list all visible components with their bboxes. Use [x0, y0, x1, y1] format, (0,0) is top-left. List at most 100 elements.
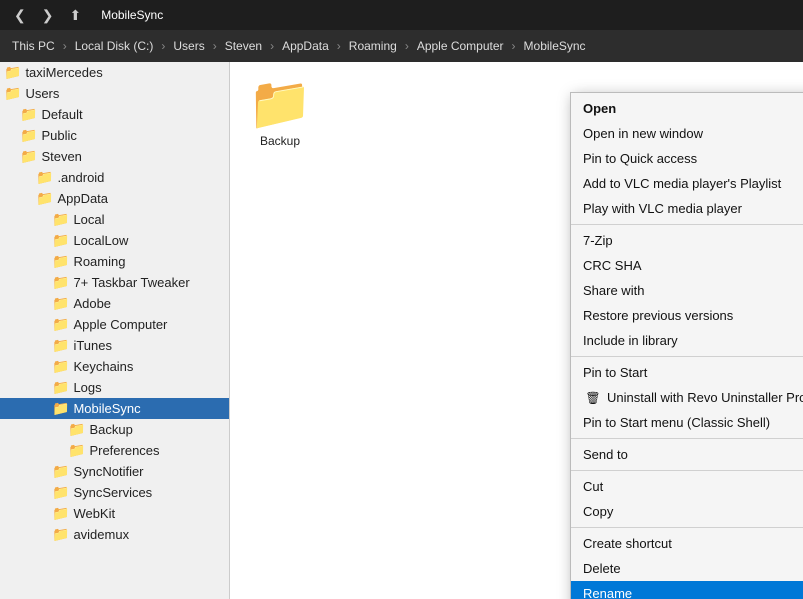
- tree-item-appdata[interactable]: 📁AppData: [0, 188, 229, 209]
- ctx-item-delete[interactable]: Delete: [571, 556, 803, 581]
- folder-icon: 📁: [52, 505, 69, 522]
- breadcrumb-separator: ›: [159, 39, 167, 53]
- breadcrumb-item-2[interactable]: Users: [167, 35, 210, 57]
- ctx-item-label: Copy: [583, 504, 613, 519]
- address-bar: This PC›Local Disk (C:)›Users›Steven›App…: [0, 30, 803, 62]
- ctx-divider: [571, 224, 803, 225]
- folder-icon: 📁: [52, 400, 69, 417]
- folder-icon: 📁: [52, 316, 69, 333]
- ctx-item-cut[interactable]: Cut: [571, 474, 803, 499]
- tree-item-public[interactable]: 📁 Public: [0, 125, 229, 146]
- breadcrumb-item-5[interactable]: Roaming: [343, 35, 403, 57]
- breadcrumb-item-0[interactable]: This PC: [6, 35, 61, 57]
- ctx-item-open-in-new-window[interactable]: Open in new window: [571, 121, 803, 146]
- ctx-item-create-shortcut[interactable]: Create shortcut: [571, 531, 803, 556]
- tree-item-label: Adobe: [73, 296, 111, 311]
- ctx-item-label: Restore previous versions: [583, 308, 733, 323]
- tree-item-label: SyncNotifier: [73, 464, 143, 479]
- breadcrumb-separator: ›: [510, 39, 518, 53]
- main-layout: 📁 taxiMercedes 📁 Users 📁 Default 📁 Public 📁Steve…: [0, 62, 803, 599]
- ctx-item-7-zip[interactable]: 7-Zip›: [571, 228, 803, 253]
- breadcrumb-item-1[interactable]: Local Disk (C:): [69, 35, 160, 57]
- tree-item-label: taxiMercedes: [25, 65, 102, 80]
- tree-item-preferences[interactable]: 📁Preferences: [0, 440, 229, 461]
- ctx-item-label: Cut: [583, 479, 603, 494]
- ctx-item-open[interactable]: Open: [571, 96, 803, 121]
- tree-item-logs[interactable]: 📁Logs: [0, 377, 229, 398]
- ctx-divider: [571, 470, 803, 471]
- folder-icon: 📁: [52, 484, 69, 501]
- breadcrumb-item-3[interactable]: Steven: [219, 35, 268, 57]
- ctx-item-label: Send to: [583, 447, 628, 462]
- ctx-item-label: Pin to Quick access: [583, 151, 697, 166]
- breadcrumb-separator: ›: [403, 39, 411, 53]
- tree-item-label: LocalLow: [73, 233, 128, 248]
- ctx-item-pin-to-start[interactable]: Pin to Start: [571, 360, 803, 385]
- folder-label: Backup: [260, 134, 300, 148]
- title-bar: ❮ ❯ ⬆ MobileSync: [0, 0, 803, 30]
- tree-item-keychains[interactable]: 📁Keychains: [0, 356, 229, 377]
- ctx-item-pin-to-quick-access[interactable]: Pin to Quick access: [571, 146, 803, 171]
- tree-item-avidemux[interactable]: 📁avidemux: [0, 524, 229, 545]
- tree-item-.android[interactable]: 📁 .android: [0, 167, 229, 188]
- ctx-item-copy[interactable]: Copy: [571, 499, 803, 524]
- tree-item-backup[interactable]: 📁Backup: [0, 419, 229, 440]
- folder-icon: 📁: [52, 463, 69, 480]
- back-button[interactable]: ❮: [8, 0, 32, 30]
- ctx-item-label: Open: [583, 101, 616, 116]
- folder-icon: 📁: [20, 106, 37, 123]
- ctx-item-restore-previous-versions[interactable]: Restore previous versions: [571, 303, 803, 328]
- tree-item-roaming[interactable]: 📁Roaming: [0, 251, 229, 272]
- breadcrumb-item-4[interactable]: AppData: [276, 35, 335, 57]
- tree-item-label: Public: [41, 128, 76, 143]
- folder-icon: 📁: [52, 295, 69, 312]
- ctx-item-send-to[interactable]: Send to›: [571, 442, 803, 467]
- breadcrumb-item-6[interactable]: Apple Computer: [411, 35, 510, 57]
- folder-icon: 📁: [52, 232, 69, 249]
- tree-item-label: Default: [41, 107, 82, 122]
- ctx-item-add-to-vlc-media-players-playlist[interactable]: Add to VLC media player's Playlist: [571, 171, 803, 196]
- tree-item-label: avidemux: [73, 527, 129, 542]
- context-menu: Open Open in new window Pin to Quick acces…: [570, 92, 803, 599]
- folder-icon: 📁: [52, 253, 69, 270]
- folder-item-backup[interactable]: 📁 Backup: [240, 72, 320, 154]
- breadcrumb-separator: ›: [335, 39, 343, 53]
- tree-item-label: Users: [25, 86, 59, 101]
- ctx-item-uninstall-with-revo-uninstaller-pro[interactable]: 🗑Uninstall with Revo Uninstaller Pro: [571, 385, 803, 410]
- tree-item-syncservices[interactable]: 📁SyncServices: [0, 482, 229, 503]
- ctx-item-crc-sha[interactable]: CRC SHA›: [571, 253, 803, 278]
- folder-icon: 📁: [52, 379, 69, 396]
- ctx-item-include-in-library[interactable]: Include in library›: [571, 328, 803, 353]
- tree-item-syncnotifier[interactable]: 📁 SyncNotifier: [0, 461, 229, 482]
- ctx-item-rename[interactable]: Rename: [571, 581, 803, 599]
- tree-item-webkit[interactable]: 📁WebKit: [0, 503, 229, 524]
- tree-item-locallow[interactable]: 📁 LocalLow: [0, 230, 229, 251]
- ctx-item-play-with-vlc-media-player[interactable]: Play with VLC media player: [571, 196, 803, 221]
- breadcrumb-separator: ›: [61, 39, 69, 53]
- ctx-item-label: Delete: [583, 561, 621, 576]
- tree-item-adobe[interactable]: 📁 Adobe: [0, 293, 229, 314]
- tree-item-mobilesync[interactable]: 📁MobileSync: [0, 398, 229, 419]
- tree-item-local[interactable]: 📁Local: [0, 209, 229, 230]
- up-button[interactable]: ⬆: [63, 0, 87, 30]
- tree-item-label: .android: [57, 170, 104, 185]
- folder-icon: 📁: [36, 169, 53, 186]
- folder-icon: 📁: [4, 64, 21, 81]
- ctx-item-label: 7-Zip: [583, 233, 613, 248]
- tree-item-apple-computer[interactable]: 📁Apple Computer: [0, 314, 229, 335]
- tree-item-steven[interactable]: 📁Steven: [0, 146, 229, 167]
- folder-icon: 📁: [20, 127, 37, 144]
- revo-icon: 🗑: [583, 391, 603, 405]
- tree-item-taximercedes[interactable]: 📁 taxiMercedes: [0, 62, 229, 83]
- tree-item-users[interactable]: 📁 Users: [0, 83, 229, 104]
- tree-item-default[interactable]: 📁 Default: [0, 104, 229, 125]
- folder-big-icon: 📁: [248, 78, 313, 130]
- folder-icon: 📁: [52, 337, 69, 354]
- tree-item-itunes[interactable]: 📁iTunes: [0, 335, 229, 356]
- tree-item-7+-taskbar-tweaker[interactable]: 📁7+ Taskbar Tweaker: [0, 272, 229, 293]
- ctx-item-pin-to-start-menu-classic-shell[interactable]: Pin to Start menu (Classic Shell): [571, 410, 803, 435]
- folder-icon: 📁: [4, 85, 21, 102]
- ctx-item-share-with[interactable]: Share with›: [571, 278, 803, 303]
- breadcrumb-item-7[interactable]: MobileSync: [518, 35, 592, 57]
- forward-button[interactable]: ❯: [36, 0, 60, 30]
